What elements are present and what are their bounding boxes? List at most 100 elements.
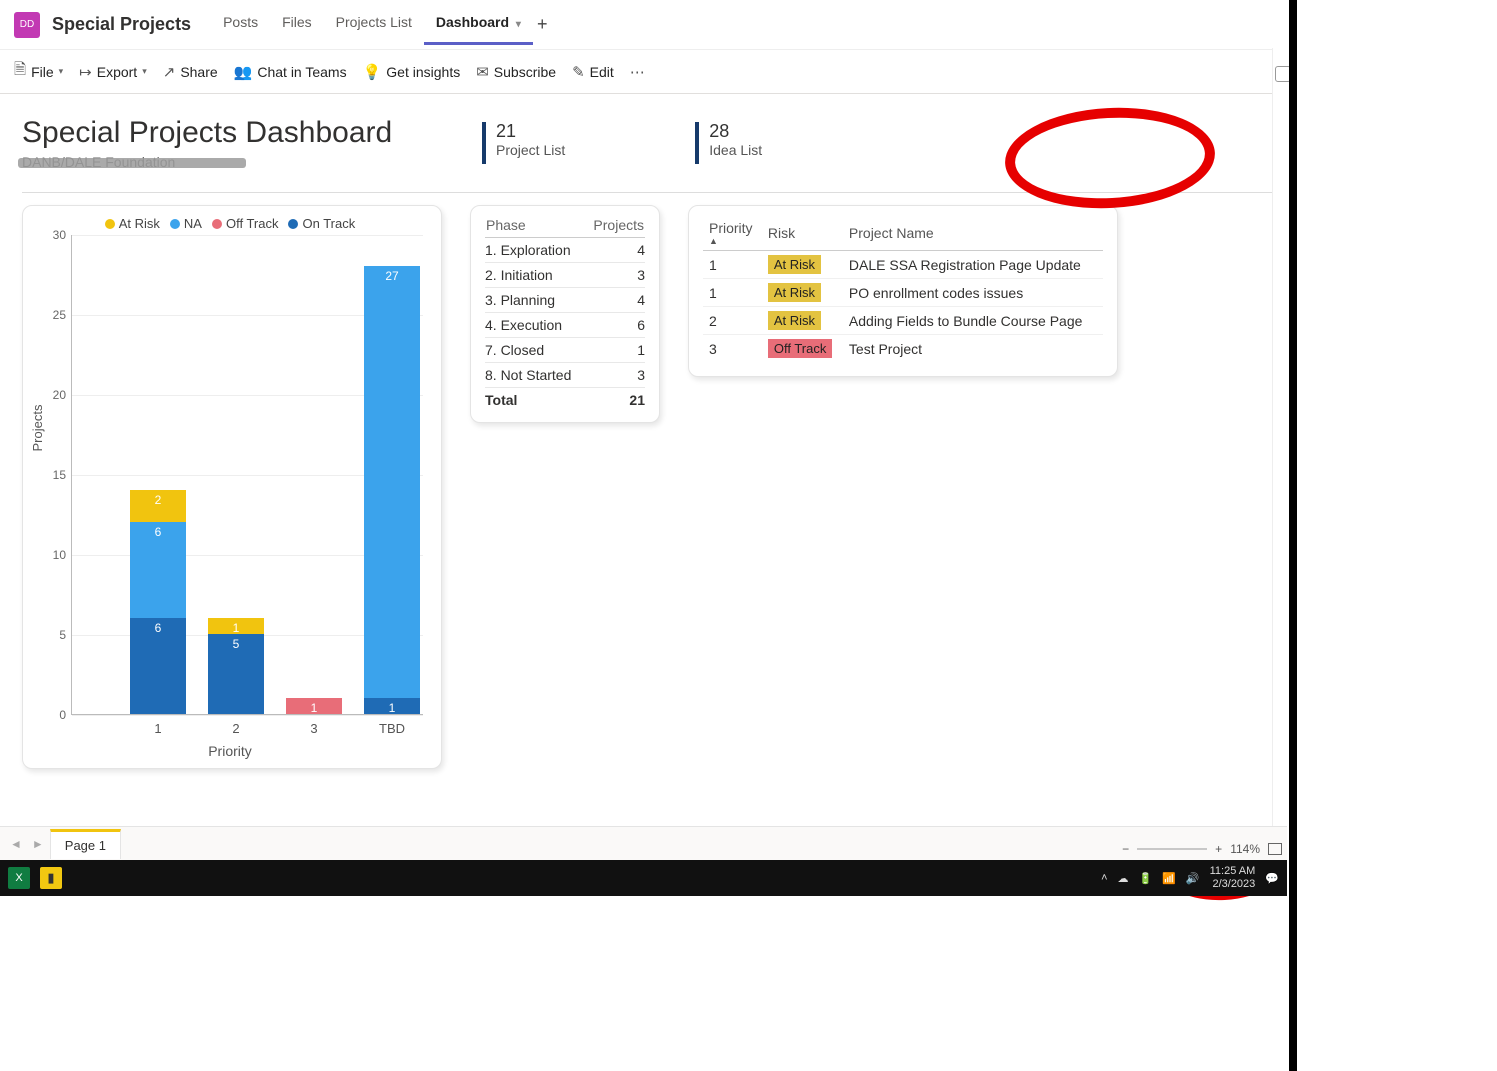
kpi-project-label: Project List	[496, 142, 565, 158]
taskbar-excel-icon[interactable]: X	[8, 867, 30, 889]
tray-onedrive-icon[interactable]: ☁	[1118, 872, 1129, 885]
zoom-in-button[interactable]: +	[1215, 842, 1222, 856]
bulb-icon: 💡	[363, 63, 382, 81]
risk-badge: Off Track	[768, 339, 833, 358]
table-row[interactable]: 8. Not Started3	[485, 363, 645, 388]
table-row[interactable]: 3. Planning4	[485, 288, 645, 313]
team-title: Special Projects	[52, 14, 191, 35]
more-menu[interactable]: ⋯	[630, 63, 645, 81]
chart-y-axis-label: Projects	[30, 404, 45, 451]
taskbar-date: 2/3/2023	[1210, 878, 1256, 891]
share-button[interactable]: ↗Share	[163, 63, 218, 81]
teams-topbar: DD Special Projects Posts Files Projects…	[0, 0, 1497, 50]
tray-battery-icon[interactable]: 🔋	[1139, 872, 1153, 885]
chart-bar[interactable]: 15	[208, 618, 264, 714]
table-row[interactable]: 1At RiskPO enrollment codes issues	[703, 279, 1103, 307]
file-icon: 🗎	[14, 59, 26, 84]
zoom-slider[interactable]	[1137, 848, 1207, 850]
chart-legend: At Risk NA Off Track On Track	[27, 216, 433, 231]
table-total-row: Total21	[485, 388, 645, 413]
kpi-idea-list: 28 Idea List	[695, 122, 762, 164]
tray-wifi-icon[interactable]: 📶	[1162, 872, 1176, 885]
chart-y-tick: 15	[42, 468, 66, 482]
windows-taskbar: X ▮ ˄ ☁ 🔋 📶 🔊 11:25 AM 2/3/2023 💬	[0, 860, 1287, 896]
pencil-icon: ✎	[572, 63, 585, 81]
prio-col-priority[interactable]: Priority ▲	[703, 216, 762, 251]
zoom-level: 114%	[1230, 842, 1260, 856]
tab-dashboard[interactable]: Dashboard ▾	[424, 4, 533, 45]
ellipsis-icon: ⋯	[630, 63, 645, 81]
chat-teams-button[interactable]: 👥Chat in Teams	[234, 63, 347, 81]
chart-x-axis-label: Priority	[27, 743, 433, 759]
tray-chevron-icon[interactable]: ˄	[1101, 872, 1107, 884]
chart-bar-segment: 1	[286, 698, 342, 714]
page-prev-button[interactable]: ◄	[6, 837, 26, 851]
zoom-controls: − + 114%	[1122, 842, 1282, 856]
chart-y-tick: 0	[42, 708, 66, 722]
priority-risk-table[interactable]: Priority ▲ Risk Project Name 1At RiskDAL…	[688, 205, 1118, 377]
chart-bar-segment: 1	[364, 698, 420, 714]
tab-posts[interactable]: Posts	[211, 4, 270, 45]
tray-notifications-icon[interactable]: 💬	[1265, 872, 1279, 885]
edit-button[interactable]: ✎Edit	[572, 63, 614, 81]
kpi-project-value: 21	[496, 122, 565, 142]
phase-col-projects[interactable]: Projects	[584, 216, 645, 238]
kpi-idea-label: Idea List	[709, 142, 762, 158]
chart-bar-segment: 27	[364, 266, 420, 698]
chart-y-tick: 25	[42, 308, 66, 322]
kpi-idea-value: 28	[709, 122, 762, 142]
page-subtitle-redacted: DANB/DALE Foundation	[22, 154, 242, 172]
chart-bar-segment: 6	[130, 522, 186, 618]
table-row[interactable]: 2. Initiation3	[485, 263, 645, 288]
export-icon: ↦	[79, 63, 92, 81]
insights-button[interactable]: 💡Get insights	[363, 63, 461, 81]
chart-x-tick: 3	[286, 721, 342, 736]
sort-asc-icon: ▲	[709, 236, 756, 246]
risk-badge: At Risk	[768, 283, 821, 302]
channel-tabs: Posts Files Projects List Dashboard ▾ +	[211, 4, 547, 45]
export-menu[interactable]: ↦Export▾	[79, 63, 147, 81]
mail-icon: ✉	[476, 63, 489, 81]
chart-y-tick: 10	[42, 548, 66, 562]
tab-projects-list[interactable]: Projects List	[324, 4, 424, 45]
chart-x-tick: 1	[130, 721, 186, 736]
chart-x-tick: 2	[208, 721, 264, 736]
add-tab-button[interactable]: +	[537, 14, 548, 35]
taskbar-clock[interactable]: 11:25 AM 2/3/2023	[1210, 865, 1256, 890]
chart-bar[interactable]: 271	[364, 266, 420, 714]
tab-files[interactable]: Files	[270, 4, 324, 45]
tab-dashboard-label: Dashboard	[436, 14, 509, 30]
chart-x-tick: TBD	[364, 721, 420, 736]
subscribe-button[interactable]: ✉Subscribe	[476, 63, 556, 81]
table-row[interactable]: 1At RiskDALE SSA Registration Page Updat…	[703, 251, 1103, 279]
report-page-tab[interactable]: Page 1	[50, 829, 121, 859]
phase-col-phase[interactable]: Phase	[485, 216, 584, 238]
fit-to-page-button[interactable]	[1268, 843, 1282, 855]
chart-y-tick: 5	[42, 628, 66, 642]
team-avatar-icon: DD	[14, 12, 40, 38]
chart-bar[interactable]: 266	[130, 490, 186, 714]
report-page-strip: ◄ ► Page 1	[0, 826, 1287, 860]
phase-table[interactable]: Phase Projects 1. Exploration42. Initiat…	[470, 205, 660, 423]
table-row[interactable]: 2At RiskAdding Fields to Bundle Course P…	[703, 307, 1103, 335]
table-row[interactable]: 3Off TrackTest Project	[703, 335, 1103, 363]
taskbar-powerbi-icon[interactable]: ▮	[40, 867, 62, 889]
zoom-out-button[interactable]: −	[1122, 842, 1129, 856]
chart-y-tick: 30	[42, 228, 66, 242]
tray-volume-icon[interactable]: 🔊	[1186, 872, 1200, 885]
table-row[interactable]: 7. Closed1	[485, 338, 645, 363]
table-row[interactable]: 4. Execution6	[485, 313, 645, 338]
chart-bar[interactable]: 1	[286, 698, 342, 714]
prio-col-name[interactable]: Project Name	[843, 216, 1103, 251]
prio-col-risk[interactable]: Risk	[762, 216, 843, 251]
teams-icon: 👥	[234, 63, 253, 81]
projects-by-priority-chart[interactable]: At Risk NA Off Track On Track Projects 0…	[22, 205, 442, 769]
page-title: Special Projects Dashboard	[22, 116, 452, 150]
risk-badge: At Risk	[768, 255, 821, 274]
chart-y-tick: 20	[42, 388, 66, 402]
file-menu[interactable]: 🗎File▾	[14, 59, 63, 84]
table-row[interactable]: 1. Exploration4	[485, 238, 645, 263]
risk-badge: At Risk	[768, 311, 821, 330]
page-next-button[interactable]: ►	[28, 837, 48, 851]
chart-bar-segment: 2	[130, 490, 186, 522]
